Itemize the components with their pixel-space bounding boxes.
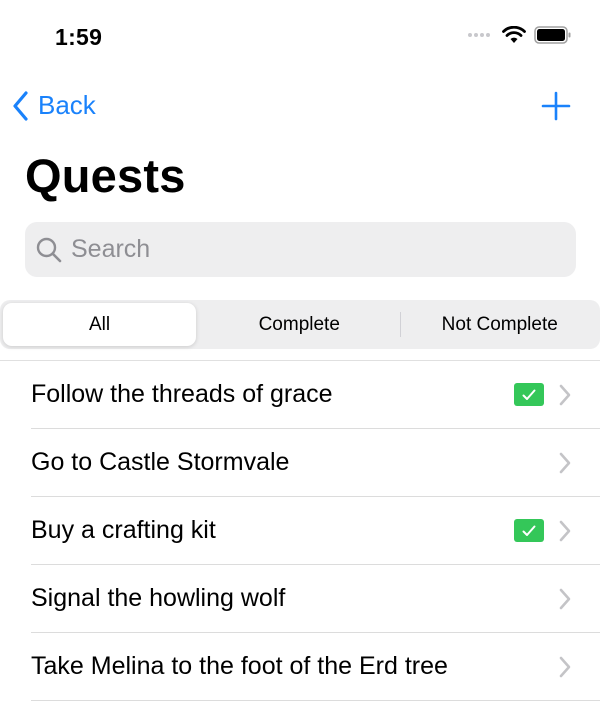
filter-segmented-control: All Complete Not Complete (0, 300, 600, 349)
quest-row[interactable]: Follow the threads of grace (31, 361, 600, 429)
chevron-left-icon (13, 90, 28, 121)
row-accessories (558, 452, 572, 474)
quest-title: Signal the howling wolf (31, 584, 286, 612)
wifi-icon (502, 26, 526, 43)
quest-title: Take Melina to the foot of the Erd tree (31, 652, 448, 680)
search-bar[interactable] (25, 222, 576, 277)
segment-label: All (88, 313, 111, 335)
quest-row[interactable]: Signal the howling wolf (31, 565, 600, 633)
chevron-right-icon (559, 452, 571, 473)
page-title: Quests (25, 149, 186, 202)
quest-title: Go to Castle Stormvale (31, 448, 290, 476)
chevron-right-icon (559, 588, 571, 609)
quest-row[interactable]: Buy a crafting kit (31, 497, 600, 565)
quest-row[interactable]: Go to Castle Stormvale (31, 429, 600, 497)
segment-not-complete[interactable]: Not Complete (399, 300, 600, 349)
row-accessories (514, 519, 572, 542)
chevron-right-icon (559, 656, 571, 677)
segment-label: Complete (258, 313, 340, 335)
chevron-right-icon (559, 520, 571, 541)
complete-checkmark-icon (514, 383, 544, 406)
navigation-bar: Back (0, 80, 600, 134)
signal-dots-icon (468, 33, 490, 37)
search-input[interactable] (71, 235, 551, 264)
plus-icon (541, 91, 571, 121)
quest-title: Buy a crafting kit (31, 516, 216, 544)
search-icon (36, 237, 62, 262)
complete-checkmark-icon (514, 519, 544, 542)
row-accessories (514, 383, 572, 406)
add-quest-button[interactable] (540, 90, 572, 122)
status-icons (468, 26, 572, 44)
segment-complete[interactable]: Complete (199, 300, 400, 349)
quest-list: Follow the threads of grace Go to Castle… (0, 360, 600, 701)
row-accessories (558, 656, 572, 678)
back-button[interactable]: Back (12, 90, 96, 121)
status-bar: 1:59 (0, 0, 600, 76)
segment-all[interactable]: All (3, 303, 196, 346)
row-accessories (558, 588, 572, 610)
quest-row[interactable]: Take Melina to the foot of the Erd tree (31, 633, 600, 701)
status-time: 1:59 (55, 24, 103, 50)
back-label: Back (38, 90, 96, 120)
segment-label: Not Complete (441, 313, 558, 335)
quest-title: Follow the threads of grace (31, 380, 333, 408)
battery-icon (534, 26, 571, 44)
chevron-right-icon (559, 384, 571, 405)
